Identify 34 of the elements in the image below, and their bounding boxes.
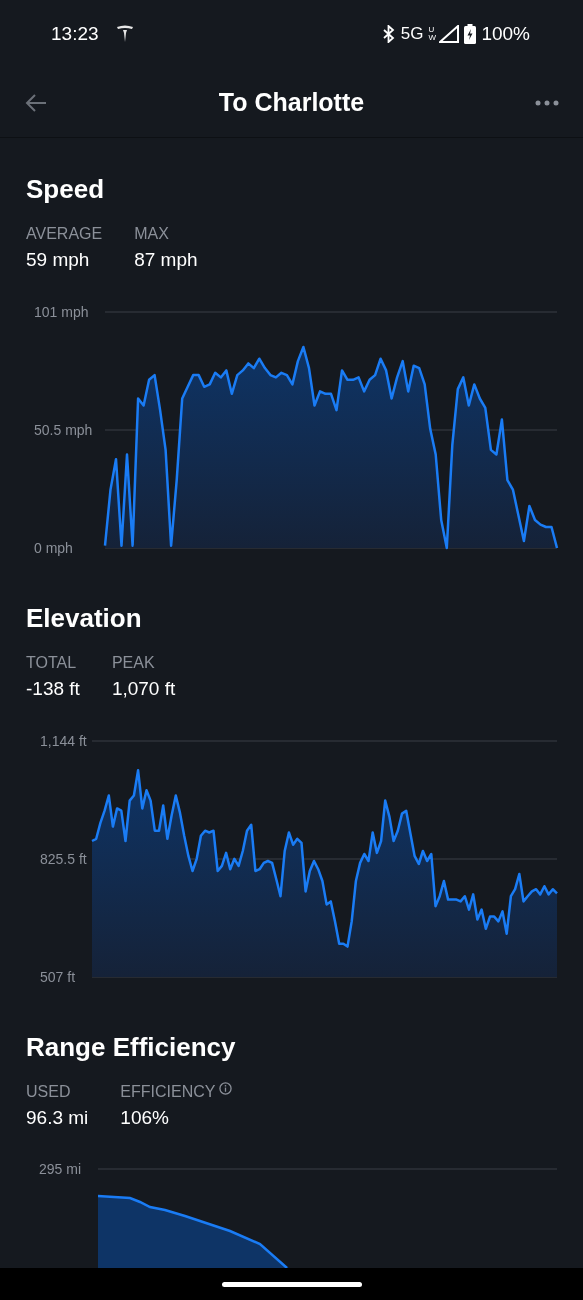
stat-label: AVERAGE (26, 224, 103, 244)
home-handle[interactable] (221, 1281, 362, 1287)
back-arrow-icon[interactable] (24, 92, 48, 113)
page-title: To Charlotte (218, 86, 365, 118)
bluetooth-icon (381, 25, 396, 43)
stat-label: MAX (134, 224, 169, 244)
stat-value: 1,070 ft (111, 677, 176, 701)
stat-value: 96.3 mi (26, 1106, 89, 1130)
stat-label: USED (26, 1082, 71, 1102)
info-icon[interactable] (219, 1081, 233, 1095)
battery-icon (464, 24, 477, 44)
clock-time: 13:23 (51, 21, 99, 46)
stat-label: TOTAL (26, 653, 77, 673)
axis-label: 1,144 ft (40, 733, 87, 749)
stat-label: PEAK (111, 653, 155, 673)
stat-label: EFFICIENCY (120, 1082, 216, 1102)
stat-value: 87 mph (134, 248, 198, 272)
axis-label: 101 mph (34, 304, 89, 320)
section-title: Speed (25, 174, 106, 204)
axis-label: 295 mi (39, 1161, 82, 1177)
axis-label: 0 mph (34, 540, 73, 556)
axis-label: 507 ft (40, 969, 76, 985)
section-title: Range Efficiency (25, 1032, 237, 1062)
battery-level: 100% (481, 21, 530, 46)
axis-label: 825.5 ft (40, 851, 87, 867)
more-icon[interactable] (535, 99, 559, 106)
signal-icon (439, 25, 460, 43)
stat-value: 59 mph (26, 248, 91, 272)
stat-value: 106% (120, 1106, 170, 1130)
stat-value: -138 ft (26, 677, 80, 701)
section-title: Elevation (25, 603, 143, 633)
axis-label: 50.5 mph (34, 422, 93, 438)
network-type: 5G (400, 23, 424, 46)
network-subtype: UW (428, 26, 435, 42)
